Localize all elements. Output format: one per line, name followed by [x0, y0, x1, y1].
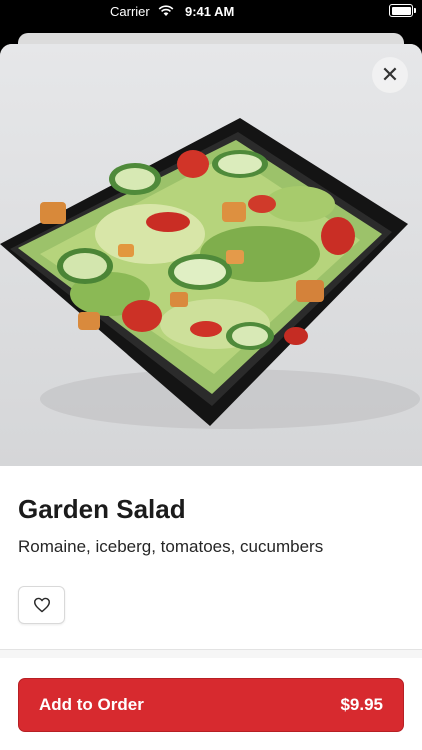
- wifi-icon: [158, 5, 174, 16]
- heart-icon: [33, 597, 50, 613]
- carrier-label: Carrier: [110, 4, 150, 19]
- footer-band: [0, 650, 422, 658]
- favorite-button[interactable]: [18, 586, 65, 624]
- item-title: Garden Salad: [18, 494, 186, 524]
- status-time: 9:41 AM: [185, 4, 235, 19]
- close-button[interactable]: ✕: [372, 57, 408, 93]
- battery-cap: [414, 8, 416, 13]
- item-detail-sheet: ✕ Garden Salad Romaine, iceberg, tomatoe…: [0, 44, 422, 750]
- item-price: $9.95: [340, 695, 383, 714]
- battery-icon: [389, 4, 413, 17]
- salad-photo: ✕: [0, 44, 422, 466]
- item-description: Romaine, iceberg, tomatoes, cucumbers: [18, 537, 324, 556]
- add-to-order-label: Add to Order: [39, 695, 144, 714]
- status-bar: Carrier 9:41 AM: [0, 0, 422, 26]
- close-icon: ✕: [380, 62, 400, 87]
- add-to-order-button[interactable]: Add to Order $9.95: [18, 678, 404, 732]
- salad-image: [0, 118, 420, 429]
